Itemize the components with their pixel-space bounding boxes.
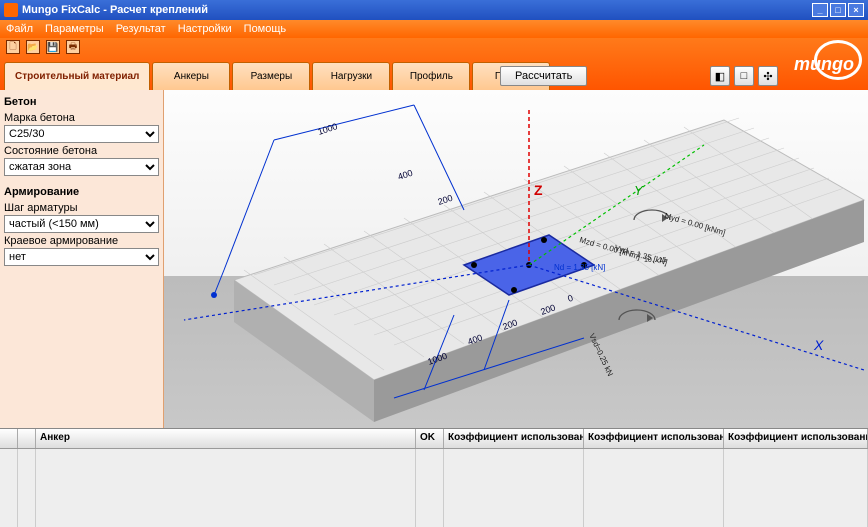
menu-params[interactable]: Параметры xyxy=(45,23,104,35)
view-button-3[interactable]: ✣ xyxy=(758,66,778,86)
toolbar: 🗋 📂 💾 🖶 Строительный материал Анкеры Раз… xyxy=(0,38,868,90)
app-icon xyxy=(4,3,18,17)
grid-col-blank1[interactable] xyxy=(0,429,18,448)
select-edge-rebar[interactable]: нет xyxy=(4,248,159,266)
select-concrete-grade[interactable]: C25/30 xyxy=(4,125,159,143)
close-button[interactable]: × xyxy=(848,3,864,17)
grid-col-usage-v[interactable]: Коэффициент использования V xyxy=(584,429,724,448)
svg-text:Y: Y xyxy=(634,183,644,198)
menu-bar: Файл Параметры Результат Настройки Помощ… xyxy=(0,20,868,38)
window-title: Mungo FixCalc - Расчет креплений xyxy=(22,4,208,16)
side-panel: Бетон Марка бетона C25/30 Состояние бето… xyxy=(0,90,164,428)
svg-text:Z: Z xyxy=(534,182,543,198)
label-concrete-grade: Марка бетона xyxy=(4,110,159,125)
label-edge-rebar: Краевое армирование xyxy=(4,233,159,248)
svg-text:1000: 1000 xyxy=(317,121,339,137)
window-titlebar: Mungo FixCalc - Расчет креплений _ □ × xyxy=(0,0,868,20)
label-concrete-state: Состояние бетона xyxy=(4,143,159,158)
tab-anchors[interactable]: Анкеры xyxy=(152,62,230,90)
menu-settings[interactable]: Настройки xyxy=(178,23,232,35)
svg-text:X: X xyxy=(813,337,824,353)
view-button-1[interactable]: ◧ xyxy=(710,66,730,86)
select-rebar-step[interactable]: частый (<150 мм) xyxy=(4,215,159,233)
menu-file[interactable]: Файл xyxy=(6,23,33,35)
tab-material[interactable]: Строительный материал xyxy=(4,62,150,90)
new-icon[interactable]: 🗋 xyxy=(6,40,20,54)
menu-result[interactable]: Результат xyxy=(116,23,166,35)
viewport-3d[interactable]: Z Y X 1000 400 200 1000 400 200 xyxy=(164,90,868,428)
print-icon[interactable]: 🖶 xyxy=(66,40,80,54)
svg-text:Vsd=0.25 kN: Vsd=0.25 kN xyxy=(587,332,615,378)
svg-text:Nd = 1.35 [kN]: Nd = 1.35 [kN] xyxy=(554,263,605,272)
label-rebar-step: Шаг арматуры xyxy=(4,200,159,215)
minimize-button[interactable]: _ xyxy=(812,3,828,17)
tab-profile[interactable]: Профиль xyxy=(392,62,470,90)
svg-text:10…15: 10…15 xyxy=(644,257,667,264)
select-concrete-state[interactable]: сжатая зона xyxy=(4,158,159,176)
brand-logo: mungo xyxy=(814,40,862,86)
open-icon[interactable]: 📂 xyxy=(26,40,40,54)
results-grid: Анкер OK Коэффициент использования N Коэ… xyxy=(0,428,868,526)
view-button-2[interactable]: □ xyxy=(734,66,754,86)
save-icon[interactable]: 💾 xyxy=(46,40,60,54)
grid-col-anchor[interactable]: Анкер xyxy=(36,429,416,448)
tab-loads[interactable]: Нагрузки xyxy=(312,62,390,90)
svg-text:200: 200 xyxy=(437,193,454,207)
grid-col-blank2[interactable] xyxy=(18,429,36,448)
calculate-button[interactable]: Рассчитать xyxy=(500,66,587,86)
grid-col-ok[interactable]: OK xyxy=(416,429,444,448)
tab-sizes[interactable]: Размеры xyxy=(232,62,310,90)
group-concrete-title: Бетон xyxy=(4,92,159,110)
group-rebar-title: Армирование xyxy=(4,182,159,200)
grid-col-usage-n[interactable]: Коэффициент использования N xyxy=(444,429,584,448)
tab-strip: Строительный материал Анкеры Размеры Наг… xyxy=(4,62,550,90)
grid-col-usage-nv[interactable]: Коэффициент использования N+V xyxy=(724,429,868,448)
menu-help[interactable]: Помощь xyxy=(244,23,287,35)
grid-body[interactable] xyxy=(0,449,868,527)
maximize-button[interactable]: □ xyxy=(830,3,846,17)
svg-text:400: 400 xyxy=(397,168,414,182)
